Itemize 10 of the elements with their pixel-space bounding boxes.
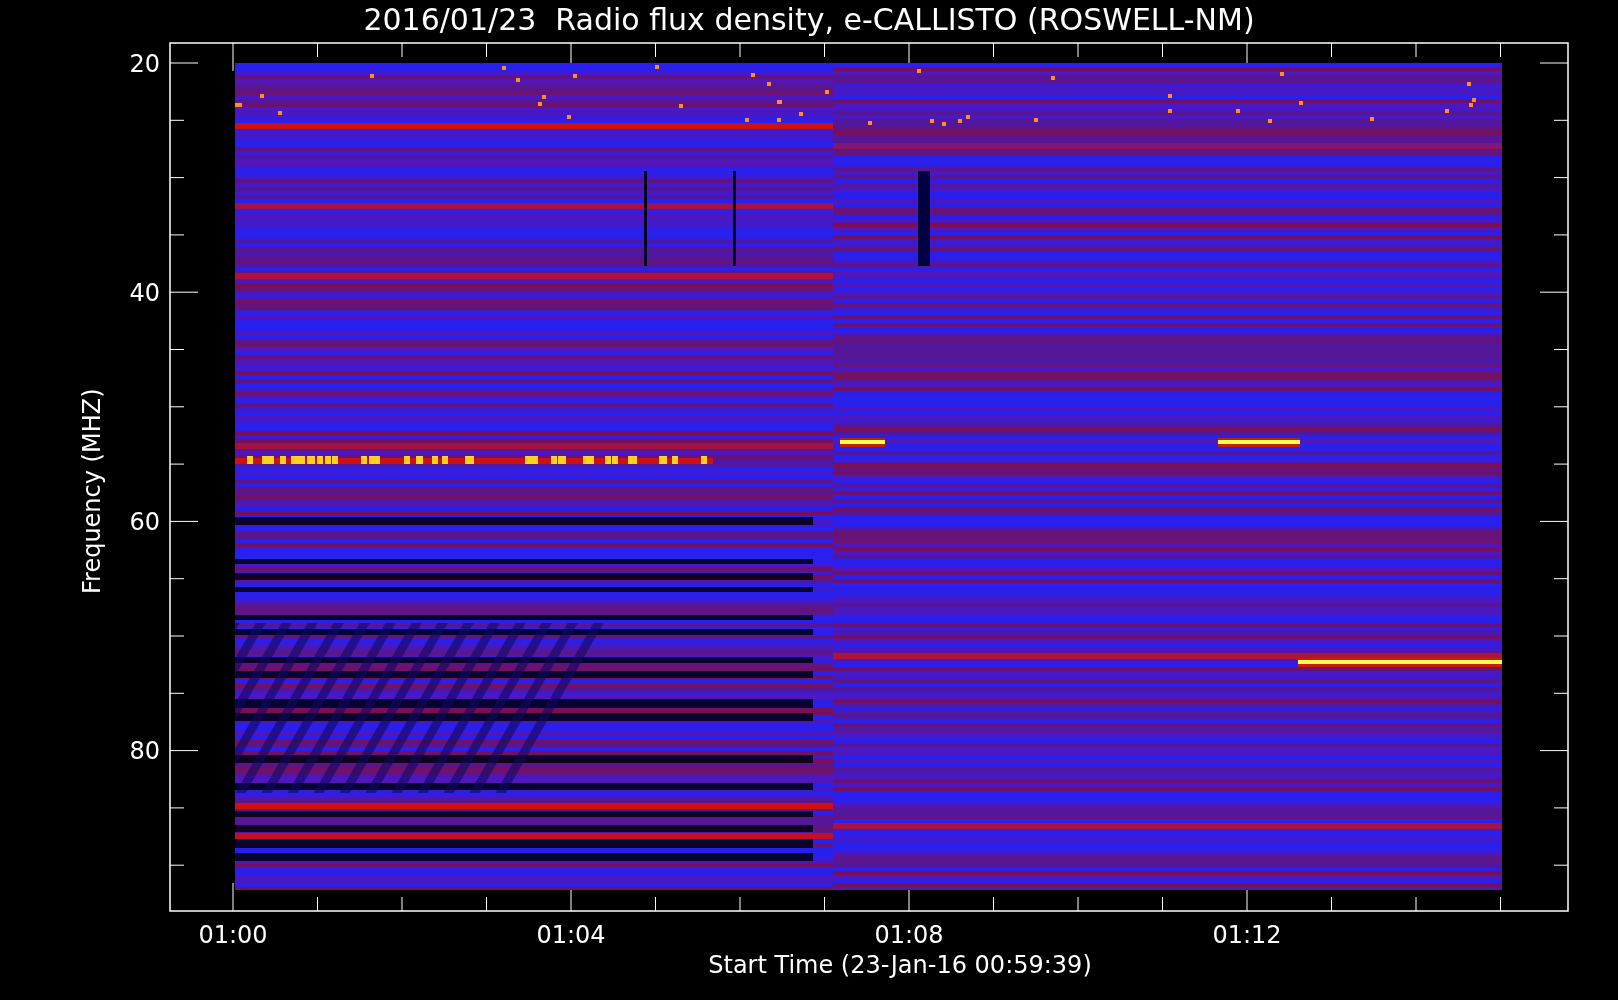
y-tick-label: 60 bbox=[128, 508, 160, 536]
x-tick-label: 01:04 bbox=[535, 921, 607, 949]
y-tick-label: 20 bbox=[128, 50, 160, 78]
x-tick-label: 01:12 bbox=[1211, 921, 1283, 949]
y-tick-label: 80 bbox=[128, 737, 160, 765]
chart-title: 2016/01/23 Radio flux density, e-CALLISTO (ROSWELL-NM) bbox=[362, 1, 1256, 39]
y-tick-label: 40 bbox=[128, 279, 160, 307]
x-tick-label: 01:00 bbox=[197, 921, 269, 949]
x-tick-label: 01:08 bbox=[873, 921, 945, 949]
x-axis-label: Start Time (23-Jan-16 00:59:39) bbox=[707, 950, 1093, 980]
